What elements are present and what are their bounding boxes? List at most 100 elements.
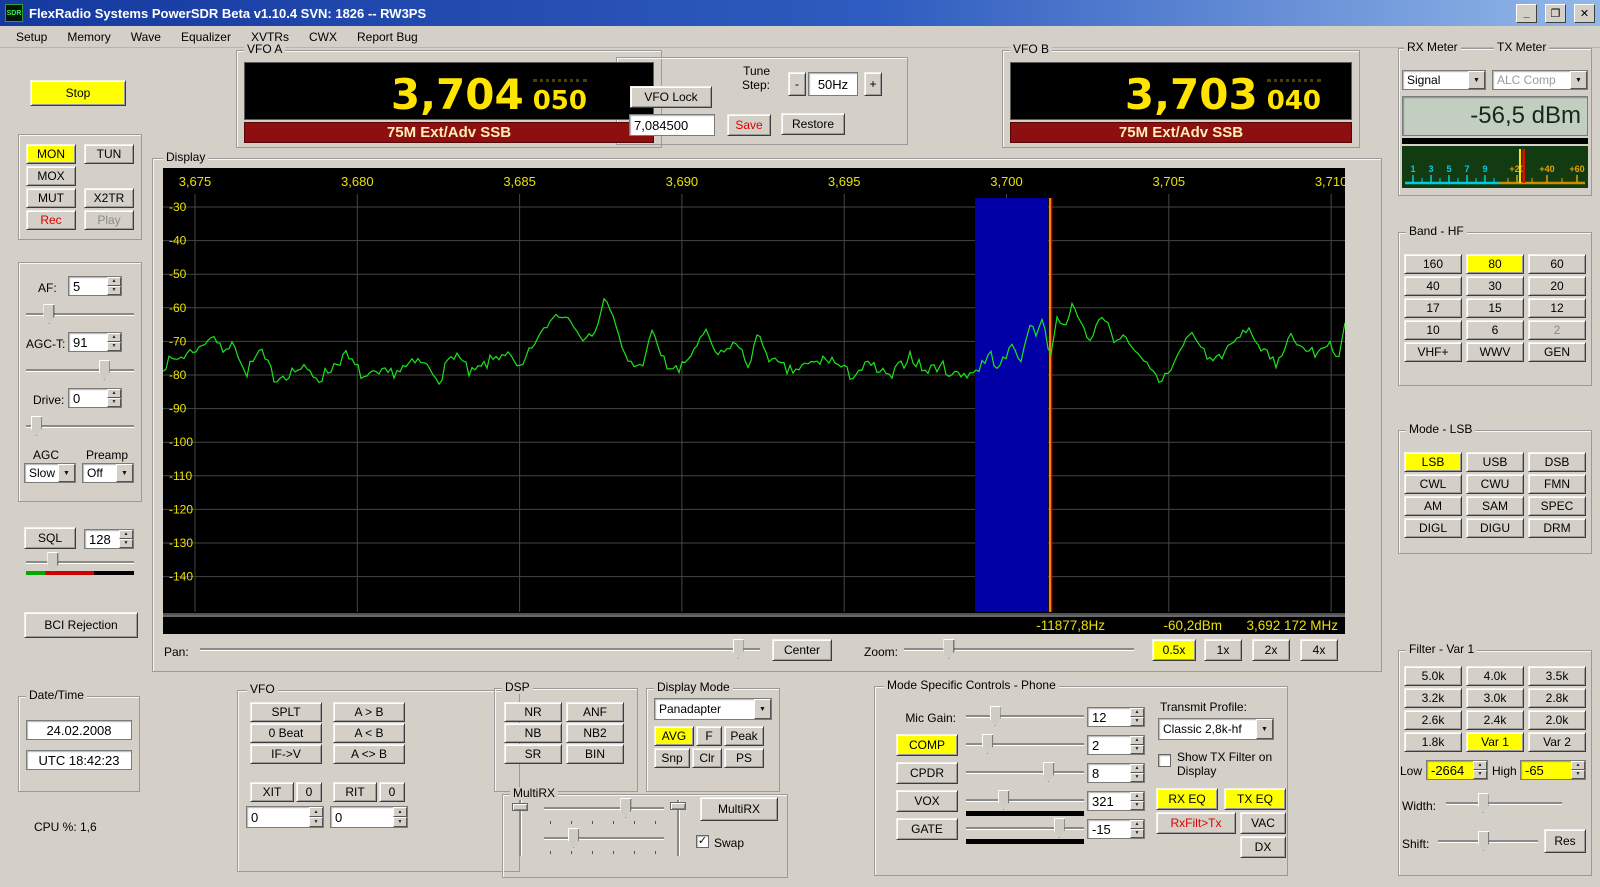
display-snp-button[interactable]: Snp: [654, 748, 690, 768]
agc-combo[interactable]: Slow ▼: [24, 463, 76, 483]
swap-checkbox[interactable]: ✓: [696, 835, 709, 848]
zoom-slider[interactable]: [902, 639, 1136, 661]
bci-rejection-button[interactable]: BCI Rejection: [24, 612, 138, 638]
band-60-button[interactable]: 60: [1528, 254, 1586, 274]
agct-slider-thumb[interactable]: [98, 360, 110, 380]
cpdr-spinner-down-icon[interactable]: ▼: [1130, 773, 1144, 782]
filter-2.6k-button[interactable]: 2.6k: [1404, 710, 1462, 730]
band-vhf-button[interactable]: VHF+: [1404, 342, 1462, 362]
xit-clear-button[interactable]: 0: [296, 782, 322, 802]
mic-gain-spinner[interactable]: 12 ▲ ▼: [1087, 707, 1145, 727]
xit-button[interactable]: XIT: [250, 782, 294, 802]
tx-meter-combo[interactable]: ALC Comp ▼: [1492, 70, 1588, 90]
dx-button[interactable]: DX: [1240, 836, 1286, 858]
filter-3.5k-button[interactable]: 3.5k: [1528, 666, 1586, 686]
display-f-button[interactable]: F: [696, 726, 722, 746]
menu-item-setup[interactable]: Setup: [6, 27, 57, 47]
mode-usb-button[interactable]: USB: [1466, 452, 1524, 472]
filter-5.0k-button[interactable]: 5.0k: [1404, 666, 1462, 686]
mic-gain-spinner-down-icon[interactable]: ▼: [1130, 717, 1144, 726]
close-icon[interactable]: ✕: [1574, 3, 1595, 23]
vfo-lock-button[interactable]: VFO Lock: [630, 86, 712, 108]
save-button[interactable]: Save: [727, 114, 771, 136]
multirx-pan-left-slider-thumb[interactable]: [512, 802, 528, 811]
mode-lsb-button[interactable]: LSB: [1404, 452, 1462, 472]
vfo-0-beat-button[interactable]: 0 Beat: [250, 723, 322, 743]
vox-slider-thumb[interactable]: [998, 790, 1010, 810]
mode-cwu-button[interactable]: CWU: [1466, 474, 1524, 494]
mode-fmn-button[interactable]: FMN: [1528, 474, 1586, 494]
display-peak-button[interactable]: Peak: [724, 726, 764, 746]
preamp-combo[interactable]: Off ▼: [82, 463, 134, 483]
rit-spinner-down-icon[interactable]: ▼: [393, 817, 407, 827]
filter-width-slider[interactable]: [1444, 793, 1564, 815]
filter-low-spinner-up-icon[interactable]: ▲: [1473, 761, 1487, 770]
mox-button[interactable]: MOX: [26, 166, 76, 186]
filter-var-1-button[interactable]: Var 1: [1466, 732, 1524, 752]
xit-spinner[interactable]: 0 ▲ ▼: [246, 806, 324, 828]
xit-spinner-up-icon[interactable]: ▲: [309, 807, 323, 817]
filter-low-spinner-down-icon[interactable]: ▼: [1473, 770, 1487, 779]
menu-item-report-bug[interactable]: Report Bug: [347, 27, 428, 47]
mode-sam-button[interactable]: SAM: [1466, 496, 1524, 516]
zoom-1x-button[interactable]: 1x: [1204, 639, 1242, 661]
tune-step-down-button[interactable]: -: [788, 72, 806, 96]
stop-button[interactable]: Stop: [30, 80, 126, 106]
dsp-nb-button[interactable]: NB: [504, 723, 562, 743]
title-bar[interactable]: SDR FlexRadio Systems PowerSDR Beta v1.1…: [0, 0, 1600, 26]
mode-cwl-button[interactable]: CWL: [1404, 474, 1462, 494]
multirx-gain-slider-thumb[interactable]: [620, 798, 632, 818]
filter-1.8k-button[interactable]: 1.8k: [1404, 732, 1462, 752]
vfo-b-display[interactable]: 3,703 040: [1010, 62, 1352, 120]
filter-shift-slider-thumb[interactable]: [1478, 831, 1490, 851]
mic-gain-slider[interactable]: [964, 706, 1086, 728]
tx-meter-combo-arrow-icon[interactable]: ▼: [1570, 71, 1587, 89]
band-10-button[interactable]: 10: [1404, 320, 1462, 340]
sql-spinner[interactable]: 128 ▲ ▼: [84, 529, 134, 549]
tun-button[interactable]: TUN: [84, 144, 134, 164]
center-button[interactable]: Center: [772, 639, 832, 661]
vfo-splt-button[interactable]: SPLT: [250, 702, 322, 722]
vox-spinner-down-icon[interactable]: ▼: [1130, 801, 1144, 810]
menu-item-cwx[interactable]: CWX: [299, 27, 347, 47]
multirx-pan-right-slider-thumb[interactable]: [670, 801, 686, 810]
mut-button[interactable]: MUT: [26, 188, 76, 208]
menu-item-equalizer[interactable]: Equalizer: [171, 27, 241, 47]
comp-spinner-up-icon[interactable]: ▲: [1130, 736, 1144, 745]
mic-gain-spinner-up-icon[interactable]: ▲: [1130, 708, 1144, 717]
drive-spinner-up-icon[interactable]: ▲: [107, 389, 121, 398]
af-spinner-up-icon[interactable]: ▲: [107, 277, 121, 286]
agct-slider[interactable]: [24, 360, 136, 382]
show-tx-filter-checkbox[interactable]: [1158, 754, 1171, 767]
band-wwv-button[interactable]: WWV: [1466, 342, 1524, 362]
rec-button[interactable]: Rec: [26, 210, 76, 230]
af-slider[interactable]: [24, 304, 136, 326]
rit-spinner-up-icon[interactable]: ▲: [393, 807, 407, 817]
x2tr-button[interactable]: X2TR: [84, 188, 134, 208]
panadapter-spectrum[interactable]: 3,675 3,680 3,685 3,690 3,695 3,700 3,705 3,710…: [163, 168, 1345, 634]
vfo-if-v-button[interactable]: IF->V: [250, 744, 322, 764]
preamp-combo-arrow-icon[interactable]: ▼: [116, 464, 133, 482]
band-80-button[interactable]: 80: [1466, 254, 1524, 274]
rx-meter-combo-arrow-icon[interactable]: ▼: [1468, 71, 1485, 89]
band-gen-button[interactable]: GEN: [1528, 342, 1586, 362]
zoom-0.5x-button[interactable]: 0.5x: [1152, 639, 1196, 661]
comp-spinner-down-icon[interactable]: ▼: [1130, 745, 1144, 754]
multirx-button[interactable]: MultiRX: [700, 797, 778, 821]
cpdr-spinner-up-icon[interactable]: ▲: [1130, 764, 1144, 773]
mon-button[interactable]: MON: [26, 144, 76, 164]
agct-spinner-up-icon[interactable]: ▲: [107, 333, 121, 342]
rit-spinner[interactable]: 0 ▲ ▼: [330, 806, 408, 828]
xit-spinner-down-icon[interactable]: ▼: [309, 817, 323, 827]
filter-2.8k-button[interactable]: 2.8k: [1528, 688, 1586, 708]
menu-item-memory[interactable]: Memory: [57, 27, 120, 47]
dsp-sr-button[interactable]: SR: [504, 744, 562, 764]
filter-2.0k-button[interactable]: 2.0k: [1528, 710, 1586, 730]
drive-spinner[interactable]: 0 ▲ ▼: [68, 388, 122, 408]
dsp-nr-button[interactable]: NR: [504, 702, 562, 722]
filter-high-spinner-down-icon[interactable]: ▼: [1571, 770, 1585, 779]
gate-spinner-down-icon[interactable]: ▼: [1130, 829, 1144, 838]
filter-high-spinner-up-icon[interactable]: ▲: [1571, 761, 1585, 770]
mode-dsb-button[interactable]: DSB: [1528, 452, 1586, 472]
mode-drm-button[interactable]: DRM: [1528, 518, 1586, 538]
